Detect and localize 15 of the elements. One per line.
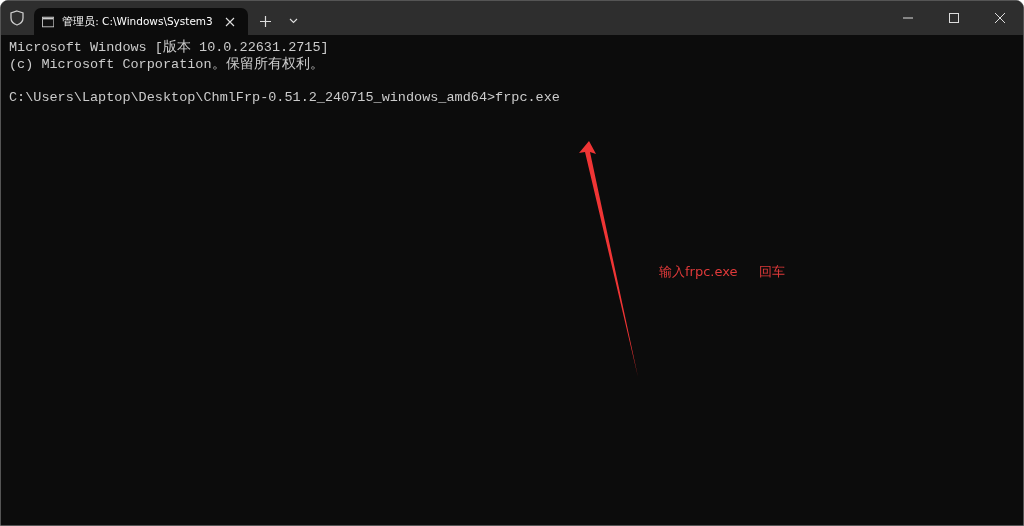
console-icon [42,15,55,28]
close-icon [995,13,1005,23]
console-line: Microsoft Windows [版本 10.0.22631.2715] [9,40,330,56]
close-icon [225,16,236,27]
console-line: C:\Users\Laptop\Desktop\ChmlFrp-0.51.2_240715_windows_amd64>frpc.exe [9,89,561,106]
terminal-tab[interactable]: 管理员: C:\Windows\System3 [34,8,248,35]
console-line: (c) Microsoft Corporation。保留所有权利。 [9,56,325,73]
annotation-text: 输入frpc.exe [659,263,738,281]
minimize-icon [903,17,913,19]
tab-title: 管理员: C:\Windows\System3 [62,14,213,29]
plus-icon [259,15,271,27]
annotation-text: 回车 [759,263,785,281]
shield-icon [10,10,24,26]
chevron-down-icon [288,18,298,24]
maximize-icon [949,13,959,23]
